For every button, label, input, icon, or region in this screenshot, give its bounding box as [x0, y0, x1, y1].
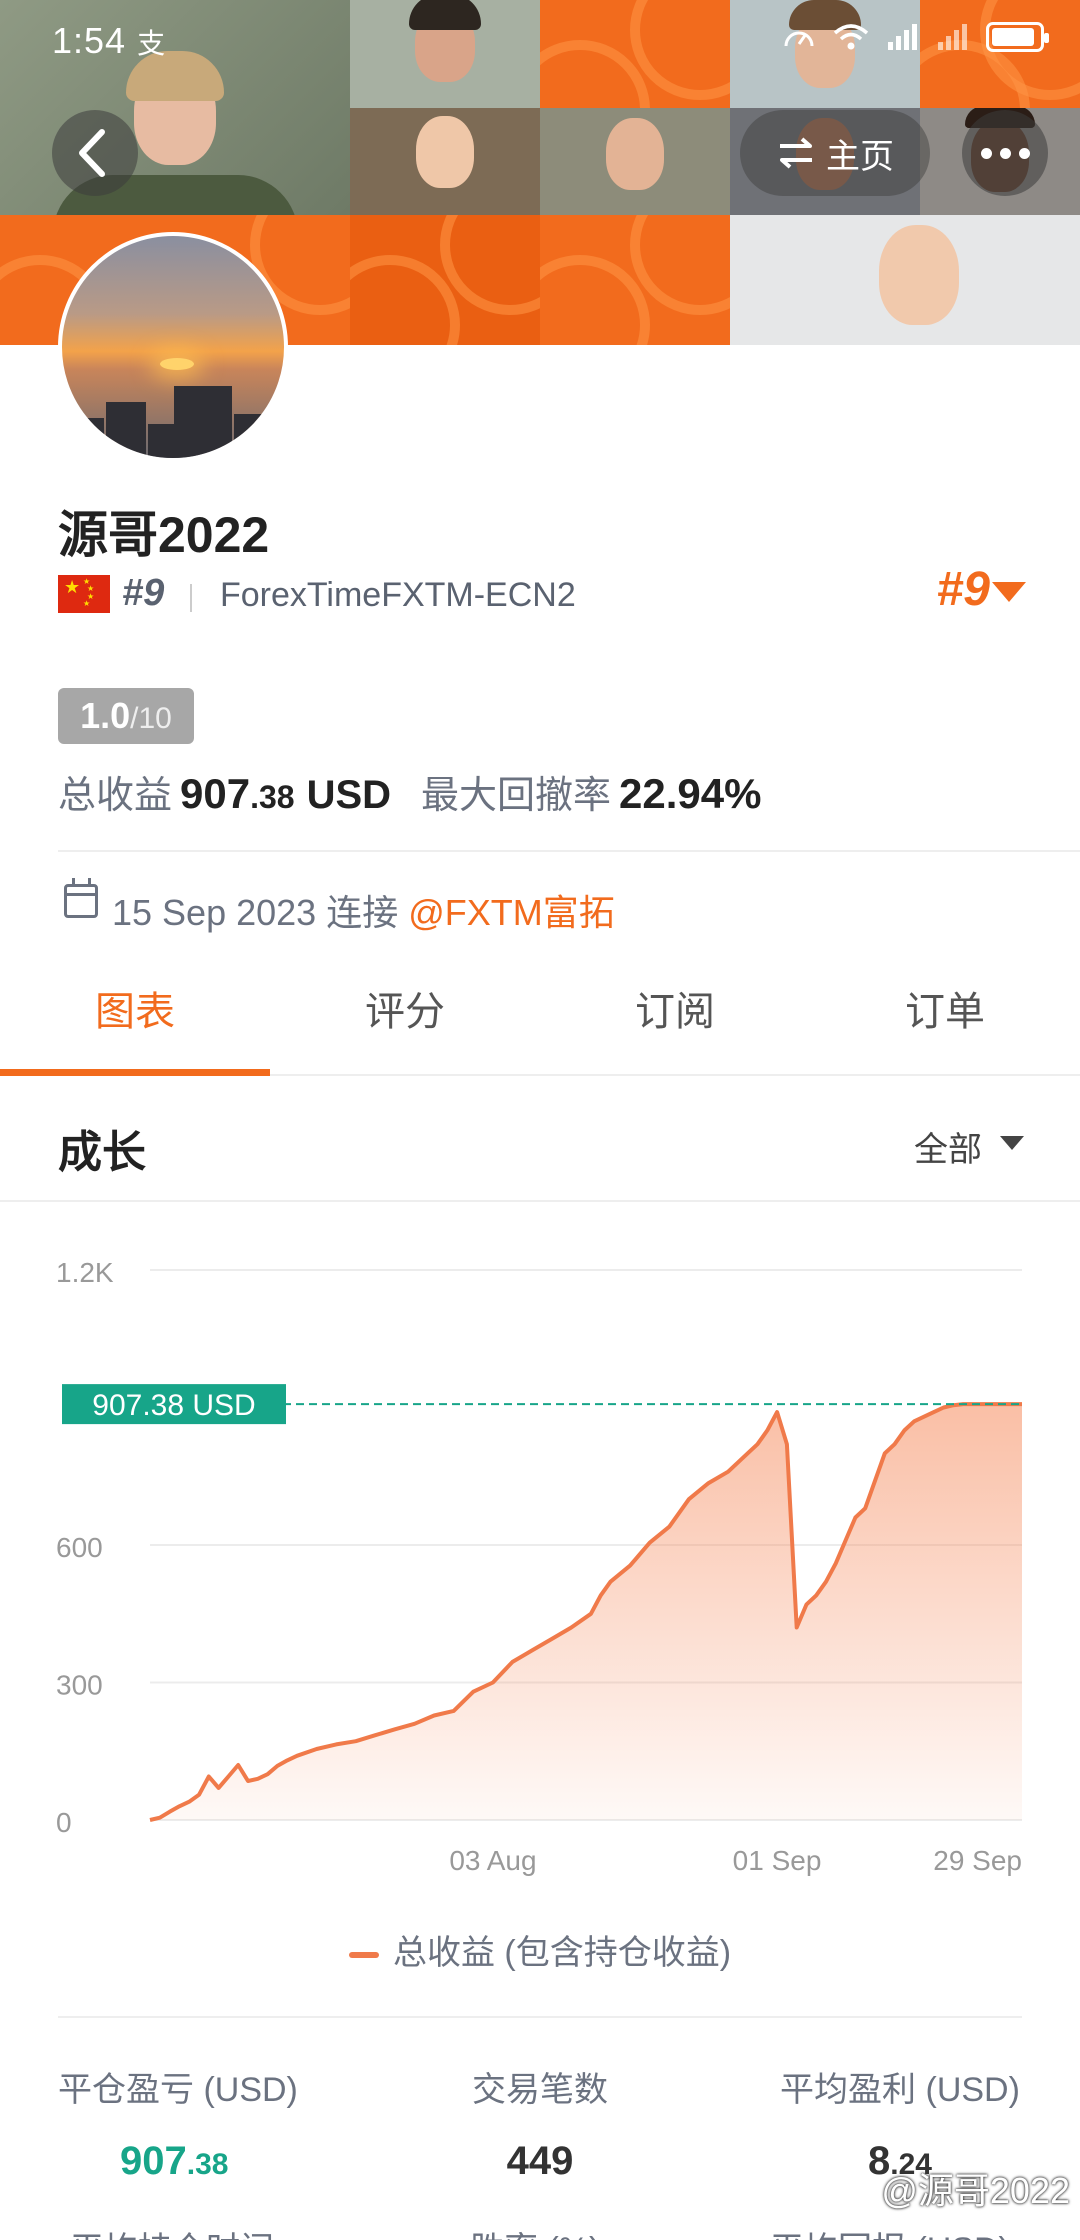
china-flag-icon: ★ ★ ★ ★ ★ — [58, 575, 110, 613]
divider — [58, 850, 1080, 852]
legend-label: 总收益 (包含持仓收益) — [392, 1934, 732, 1972]
tab-chart[interactable]: 图表 — [0, 948, 270, 1076]
metric-trade-count: 交易笔数 449 — [472, 2071, 608, 2183]
series-area — [150, 1404, 1022, 1820]
back-button[interactable] — [52, 110, 138, 196]
tab-subscribe[interactable]: 订阅 — [540, 948, 810, 1074]
x-tick-label: 01 Sep — [733, 1845, 822, 1876]
status-icons — [782, 22, 1049, 52]
banner-photo — [350, 0, 540, 108]
y-tick-label: 1.2K — [56, 1257, 114, 1288]
y-tick-label: 600 — [56, 1532, 103, 1563]
notification-glyph: 支 — [137, 28, 167, 59]
status-time: 1:54 支 — [52, 20, 167, 61]
divider — [58, 2016, 1022, 2018]
max-drawdown-value: 22.94% — [619, 770, 762, 817]
speed-icon — [784, 31, 814, 47]
section-title: 成长 — [58, 1128, 146, 1177]
connected-info: 15 Sep 2023 连接 @FXTM富拓 — [112, 892, 615, 933]
metric-avg-return-label: 平均回报 (USD) — [770, 2222, 1010, 2240]
watermark: @源哥2022 — [881, 2170, 1070, 2211]
summary-stats: 总收益 907.38 USD 最大回撤率 22.94% — [58, 764, 762, 819]
max-drawdown-label: 最大回撤率 — [421, 775, 612, 817]
swap-arrows-icon — [780, 137, 812, 169]
rank-badge: #9 — [122, 572, 165, 614]
legend-swatch — [348, 1952, 379, 1959]
tab-bar: 图表 评分 订阅 订单 — [0, 948, 1080, 1076]
banner-photo — [730, 215, 1080, 345]
broker-account: ForexTimeFXTM-ECN2 — [220, 576, 576, 614]
current-value-label: 907.38 USD — [92, 1389, 255, 1422]
signal-icon — [888, 24, 917, 50]
tab-rating[interactable]: 评分 — [270, 948, 540, 1074]
divider — [190, 584, 192, 612]
more-dots-icon — [980, 147, 1030, 159]
chart-legend: 总收益 (包含持仓收益) — [0, 1925, 1080, 1974]
signal-2-icon — [938, 24, 967, 50]
calendar-icon — [64, 878, 98, 918]
x-tick-label: 03 Aug — [449, 1845, 536, 1876]
total-profit-value: 907 — [180, 770, 251, 817]
y-tick-label: 0 — [56, 1807, 72, 1838]
metric-avg-hold-label: 平均持仓时间 — [70, 2222, 274, 2240]
connected-date: 15 Sep 2023 — [112, 892, 317, 933]
home-label: 主页 — [826, 137, 894, 176]
broker-link[interactable]: @FXTM富拓 — [408, 892, 615, 933]
banner-photo — [350, 108, 540, 215]
banner-photo — [730, 0, 920, 108]
avatar[interactable] — [58, 232, 288, 462]
total-profit-unit: USD — [306, 773, 392, 817]
home-button[interactable]: 主页 — [740, 110, 930, 196]
y-tick-label: 300 — [56, 1670, 103, 1701]
metric-win-rate-label: 胜率 (%) — [470, 2222, 600, 2240]
growth-section-header: 成长 全部 — [0, 1076, 1080, 1202]
growth-chart[interactable]: 0 300 600 1.2K 03 Aug 01 Sep 29 Sep 907.38 USD — [0, 1210, 1080, 1890]
tab-orders[interactable]: 订单 — [810, 948, 1080, 1074]
banner-photo — [540, 108, 730, 215]
score-badge: 1.0/10 — [58, 688, 194, 744]
x-tick-label: 29 Sep — [933, 1845, 1022, 1876]
trader-name: 源哥2022 — [58, 507, 270, 563]
rank-dropdown[interactable]: #9 — [937, 562, 990, 617]
back-arrow-icon — [79, 129, 105, 177]
range-filter[interactable]: 全部 — [914, 1122, 982, 1171]
more-button[interactable] — [962, 110, 1048, 196]
battery-icon — [986, 22, 1049, 52]
total-profit-label: 总收益 — [58, 775, 173, 817]
metric-closed-pnl: 平仓盈亏 (USD) 907.38 — [58, 2071, 298, 2183]
wifi-icon — [833, 24, 869, 50]
caret-down-icon[interactable] — [1000, 1136, 1024, 1150]
caret-down-icon[interactable] — [992, 582, 1026, 602]
